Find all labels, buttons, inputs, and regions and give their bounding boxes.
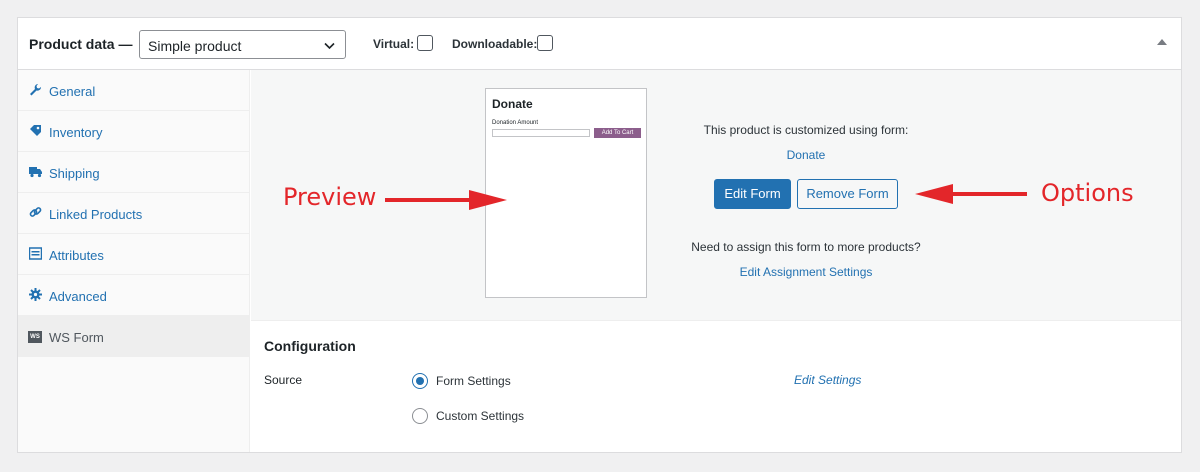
product-data-panel: Product data — Simple product Virtual: D… [17,17,1182,453]
edit-settings-link[interactable]: Edit Settings [794,373,861,387]
preview-field-label: Donation Amount [492,120,539,126]
configuration-section: Configuration Source Form Settings Custo… [251,321,1181,452]
preview-annotation: Preview [283,183,377,211]
arrow-left-icon [915,184,1027,204]
list-icon [29,247,42,260]
gear-icon [29,288,42,301]
tab-label: Shipping [49,166,100,181]
form-settings-radio[interactable] [412,373,428,389]
custom-settings-radio[interactable] [412,408,428,424]
edit-assignment-settings-link[interactable]: Edit Assignment Settings [711,265,901,279]
product-type-select[interactable]: Simple product [139,30,346,59]
form-settings-label: Form Settings [436,374,511,388]
downloadable-checkbox[interactable] [537,35,553,51]
wsform-icon: WS [28,331,42,343]
virtual-label: Virtual: [373,37,415,51]
tab-ws-form[interactable]: WS WS Form [18,316,249,357]
tab-advanced[interactable]: Advanced [18,275,249,316]
tab-label: Attributes [49,248,104,263]
tab-label: Inventory [49,125,103,140]
preview-input [492,129,590,137]
remove-form-button[interactable]: Remove Form [797,179,898,209]
panel-title: Product data — [29,36,133,52]
tab-linked-products[interactable]: Linked Products [18,193,249,234]
tab-general[interactable]: General [18,70,249,111]
tab-attributes[interactable]: Attributes [18,234,249,275]
downloadable-label: Downloadable: [452,37,538,51]
product-data-header: Product data — Simple product Virtual: D… [18,18,1181,70]
tab-label: General [49,84,96,99]
virtual-checkbox[interactable] [417,35,433,51]
arrow-right-icon [385,190,507,210]
tab-shipping[interactable]: Shipping [18,152,249,193]
tab-inventory[interactable]: Inventory [18,111,249,152]
product-data-tabs: General Inventory Shipping Linked Produc… [18,70,250,452]
product-type-value: Simple product [148,38,242,54]
chevron-down-icon [324,42,335,50]
tag-icon [30,125,41,136]
collapse-toggle-icon[interactable] [1157,39,1167,45]
options-annotation: Options [1041,179,1134,207]
edit-form-button[interactable]: Edit Form [714,179,791,209]
source-label: Source [264,373,303,387]
wrench-icon [30,84,42,96]
form-name-link[interactable]: Donate [741,148,871,162]
preview-add-to-cart-button: Add To Cart [594,128,641,138]
tab-label: Advanced [49,289,107,304]
tab-label: WS Form [49,330,104,345]
link-icon [29,207,42,217]
assign-text: Need to assign this form to more product… [691,240,921,254]
custom-settings-label: Custom Settings [436,409,525,423]
tab-label: Linked Products [49,207,143,222]
customized-text: This product is customized using form: [703,123,909,137]
form-preview: Donate Donation Amount Add To Cart [485,88,647,298]
truck-icon [29,167,42,178]
preview-title: Donate [492,97,533,111]
configuration-heading: Configuration [264,338,356,354]
